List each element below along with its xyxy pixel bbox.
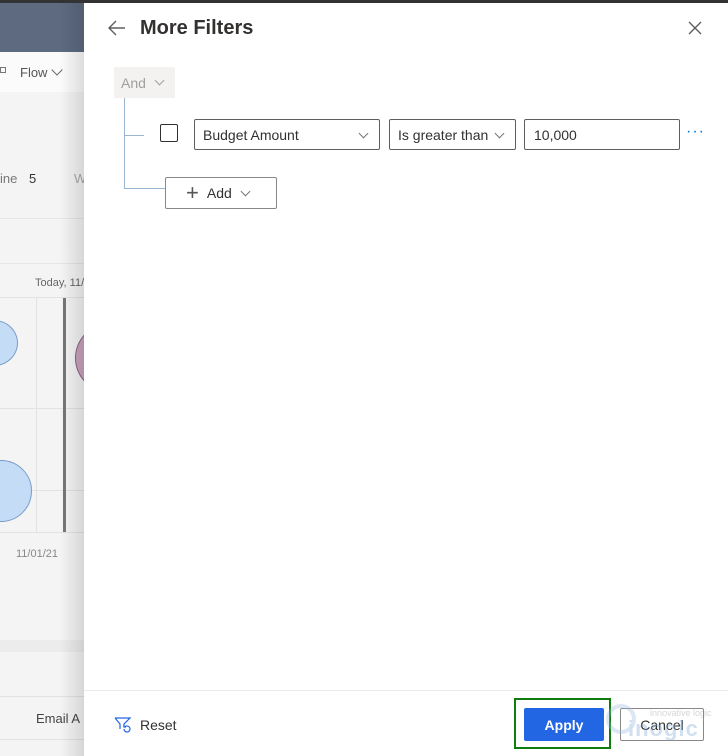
add-label: Add [206, 185, 232, 201]
close-button[interactable] [686, 19, 704, 37]
operator-dropdown-value: Is greater than [398, 126, 489, 143]
command-icon [0, 67, 6, 73]
background-app: Flow ine 5 W Today, 11/ 11/01/21 Email A [0, 0, 84, 756]
group-operator-dropdown[interactable]: And [114, 67, 175, 98]
value-input[interactable] [524, 119, 680, 150]
chevron-down-icon [358, 128, 369, 139]
summary-label: ine [0, 171, 18, 186]
chevron-down-icon [494, 128, 505, 139]
summary-count: 5 [29, 171, 37, 186]
footer-divider [84, 690, 728, 691]
apply-button[interactable]: Apply [524, 708, 604, 741]
reset-button[interactable]: Reset [114, 716, 177, 734]
chevron-down-icon [154, 75, 165, 86]
tree-connector [124, 188, 165, 189]
panel-title: More Filters [140, 17, 254, 39]
plus-icon: + [186, 180, 199, 205]
more-options-button[interactable]: ··· [686, 123, 705, 141]
close-icon [688, 21, 702, 35]
group-operator-label: And [121, 74, 146, 91]
tree-connector [124, 135, 144, 136]
flow-label: Flow [20, 65, 48, 80]
back-button[interactable] [106, 17, 128, 39]
timeline-bubble[interactable] [0, 460, 32, 522]
tree-connector [124, 98, 125, 188]
field-dropdown-value: Budget Amount [203, 126, 299, 143]
timeline-bubble[interactable] [0, 320, 18, 366]
chevron-down-icon [240, 186, 251, 196]
add-button[interactable]: + Add [165, 177, 277, 209]
reset-label: Reset [140, 717, 177, 733]
grid-line [36, 297, 37, 532]
filter-reset-icon [114, 717, 132, 733]
panel-shadow [60, 0, 84, 756]
ellipsis-icon: ··· [686, 123, 705, 140]
flow-menu[interactable]: Flow [20, 64, 64, 80]
field-dropdown[interactable]: Budget Amount [194, 119, 380, 150]
arrow-left-icon [108, 20, 125, 36]
cancel-button[interactable]: Cancel [620, 708, 704, 741]
operator-dropdown[interactable]: Is greater than [389, 119, 516, 150]
condition-checkbox[interactable] [160, 124, 178, 142]
more-filters-panel: More Filters And Budget Amount Is greate… [84, 3, 728, 756]
timeline-date-label: 11/01/21 [16, 548, 59, 560]
